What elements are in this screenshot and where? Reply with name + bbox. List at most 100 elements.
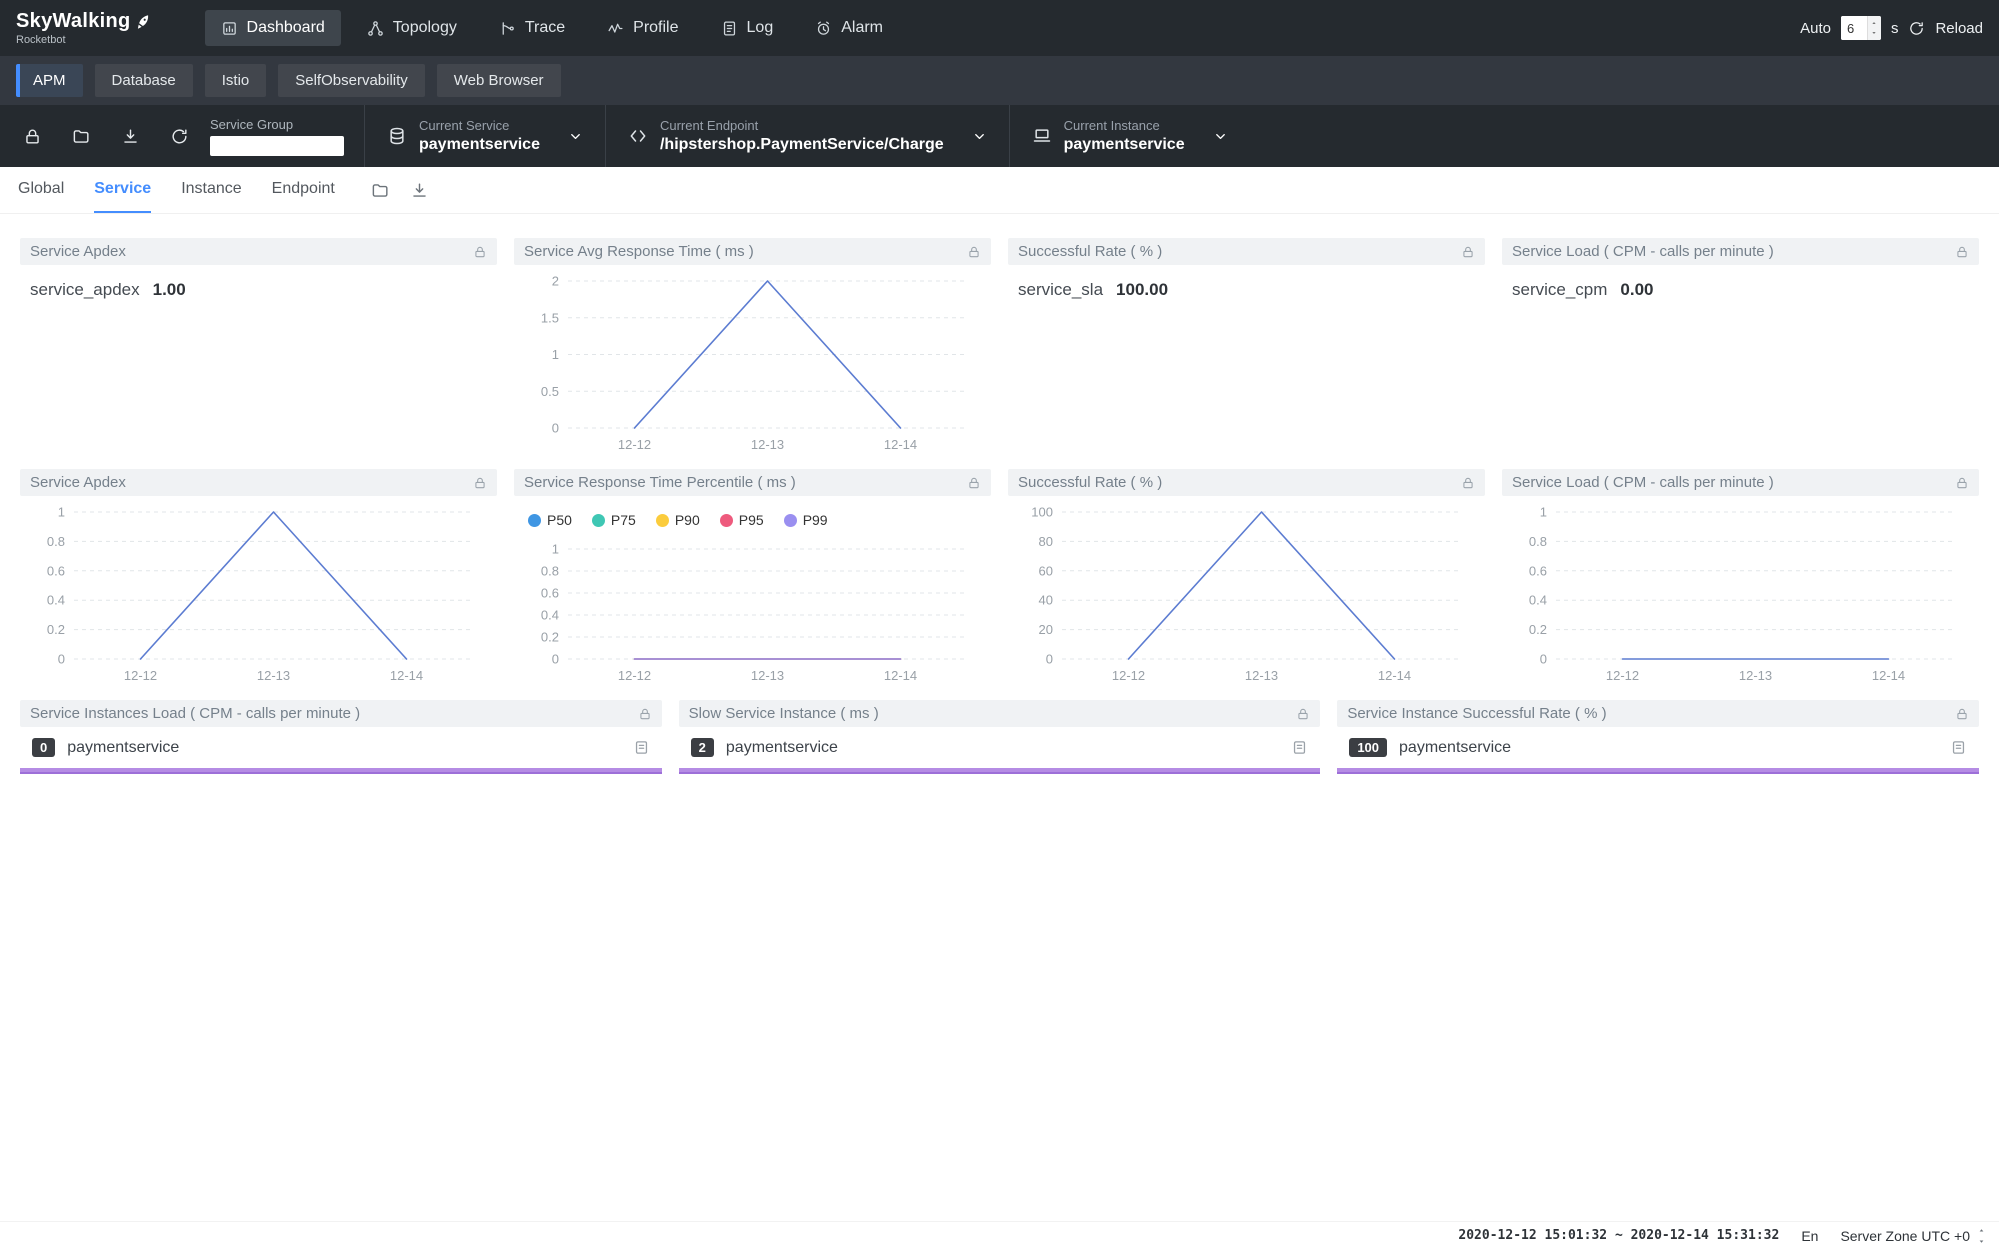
avg-response-time-chart: 00.511.5212-1212-1312-14	[520, 265, 985, 458]
nav-item-profile[interactable]: Profile	[591, 10, 694, 46]
group-tab-selfobservability[interactable]: SelfObservability	[278, 64, 425, 97]
selector-text: Current Endpoint /hipstershop.PaymentSer…	[660, 118, 944, 154]
auto-interval-input[interactable]	[1841, 16, 1867, 40]
svg-text:0.6: 0.6	[541, 586, 559, 601]
card-header: Successful Rate ( % )	[1008, 469, 1485, 496]
nav-item-trace[interactable]: Trace	[483, 10, 581, 46]
lock-icon[interactable]	[1296, 707, 1310, 721]
value-badge: 2	[691, 738, 714, 757]
selector-label: Current Endpoint	[660, 118, 944, 133]
card-instance-successful-rate: Service Instance Successful Rate ( % ) 1…	[1337, 700, 1979, 780]
tab-service[interactable]: Service	[94, 167, 151, 213]
svg-text:2: 2	[552, 274, 559, 289]
legend-item-p75[interactable]: P75	[592, 512, 636, 528]
card-service-apdex-chart: Service Apdex 00.20.40.60.8112-1212-1312…	[20, 469, 497, 691]
legend-item-p95[interactable]: P95	[720, 512, 764, 528]
server-zone-stepper[interactable]	[1976, 1227, 1987, 1245]
nav-item-label: Log	[747, 19, 774, 37]
server-zone: Server Zone UTC +0	[1840, 1227, 1987, 1245]
card-header: Slow Service Instance ( ms )	[679, 700, 1321, 727]
legend-label: P50	[547, 512, 572, 528]
instance-row[interactable]: 100 paymentservice	[1337, 727, 1979, 757]
refresh-icon[interactable]	[155, 127, 204, 146]
svg-text:100: 100	[1031, 505, 1053, 520]
lock-icon[interactable]	[1955, 707, 1969, 721]
service-group-input[interactable]	[210, 136, 344, 156]
endpoint-icon	[628, 126, 648, 146]
nav-item-log[interactable]: Log	[705, 10, 790, 46]
metric-value: 100.00	[1116, 280, 1168, 300]
svg-text:0: 0	[1046, 652, 1053, 667]
auto-interval-stepper[interactable]	[1867, 16, 1881, 40]
report-icon[interactable]	[633, 739, 650, 756]
trace-icon	[499, 20, 516, 37]
current-instance-selector[interactable]: Current Instance paymentservice	[1009, 105, 1250, 167]
lock-icon[interactable]	[1461, 476, 1475, 490]
download-icon[interactable]	[410, 181, 429, 200]
card-successful-rate-chart: Successful Rate ( % ) 02040608010012-121…	[1008, 469, 1485, 691]
percentile-legend: P50 P75 P90 P95 P99	[514, 496, 991, 533]
tab-global[interactable]: Global	[18, 167, 64, 213]
folder-icon[interactable]	[57, 127, 106, 146]
current-service-selector[interactable]: Current Service paymentservice	[364, 105, 605, 167]
group-tab-istio[interactable]: Istio	[205, 64, 267, 97]
reload-icon[interactable]	[1908, 20, 1925, 37]
instance-row[interactable]: 0 paymentservice	[20, 727, 662, 757]
current-endpoint-selector[interactable]: Current Endpoint /hipstershop.PaymentSer…	[605, 105, 1009, 167]
instance-bar	[1337, 768, 1979, 774]
folder-icon[interactable]	[371, 181, 390, 200]
card-row-3: Service Instances Load ( CPM - calls per…	[20, 700, 1979, 780]
svg-text:12-14: 12-14	[884, 668, 917, 683]
legend-label: P99	[803, 512, 828, 528]
brand[interactable]: SkyWalking Rocketbot	[16, 10, 151, 46]
lock-icon[interactable]	[967, 476, 981, 490]
card-successful-rate-metric: Successful Rate ( % ) service_sla 100.00	[1008, 238, 1485, 460]
footer: 2020-12-12 15:01:32 ~ 2020-12-14 15:31:3…	[0, 1221, 1999, 1249]
legend-item-p50[interactable]: P50	[528, 512, 572, 528]
instance-row[interactable]: 2 paymentservice	[679, 727, 1321, 757]
nav-item-topology[interactable]: Topology	[351, 10, 473, 46]
svg-text:0.2: 0.2	[1529, 622, 1547, 637]
tab-endpoint[interactable]: Endpoint	[272, 167, 335, 213]
lock-icon[interactable]	[473, 245, 487, 259]
reload-label[interactable]: Reload	[1935, 20, 1983, 37]
svg-text:12-14: 12-14	[1378, 668, 1411, 683]
view-tab-tools	[371, 167, 429, 213]
group-tab-apm[interactable]: APM	[16, 64, 83, 97]
report-icon[interactable]	[1950, 739, 1967, 756]
group-tab-web-browser[interactable]: Web Browser	[437, 64, 561, 97]
chart-body: 02040608010012-1212-1312-14	[1008, 496, 1485, 689]
card-header: Service Instance Successful Rate ( % )	[1337, 700, 1979, 727]
lock-icon[interactable]	[8, 127, 57, 146]
group-tab-database[interactable]: Database	[95, 64, 193, 97]
brand-subtitle: Rocketbot	[16, 34, 151, 46]
svg-text:0.6: 0.6	[47, 563, 65, 578]
lock-icon[interactable]	[967, 245, 981, 259]
brand-title: SkyWalking	[16, 10, 151, 33]
svg-text:0.8: 0.8	[47, 534, 65, 549]
language-toggle[interactable]: En	[1801, 1228, 1818, 1244]
top-navbar: SkyWalking Rocketbot Dashboard Topology …	[0, 0, 1999, 56]
nav-item-label: Alarm	[841, 19, 883, 37]
nav-item-dashboard[interactable]: Dashboard	[205, 10, 341, 46]
lock-icon[interactable]	[473, 476, 487, 490]
lock-icon[interactable]	[1955, 245, 1969, 259]
report-icon[interactable]	[1291, 739, 1308, 756]
tab-instance[interactable]: Instance	[181, 167, 241, 213]
svg-text:0.2: 0.2	[47, 622, 65, 637]
lock-icon[interactable]	[638, 707, 652, 721]
legend-item-p90[interactable]: P90	[656, 512, 700, 528]
nav-item-alarm[interactable]: Alarm	[799, 10, 899, 46]
lock-icon[interactable]	[1955, 476, 1969, 490]
svg-text:0: 0	[552, 421, 559, 436]
lock-icon[interactable]	[1461, 245, 1475, 259]
legend-item-p99[interactable]: P99	[784, 512, 828, 528]
legend-label: P95	[739, 512, 764, 528]
download-icon[interactable]	[106, 127, 155, 146]
card-slow-service-instance: Slow Service Instance ( ms ) 2 paymentse…	[679, 700, 1321, 780]
selector-value: /hipstershop.PaymentService/Charge	[660, 136, 944, 154]
svg-text:12-12: 12-12	[618, 437, 651, 452]
svg-text:1: 1	[1540, 505, 1547, 520]
time-range-picker[interactable]: 2020-12-12 15:01:32 ~ 2020-12-14 15:31:3…	[1458, 1228, 1779, 1243]
instance-name: paymentservice	[67, 739, 179, 757]
